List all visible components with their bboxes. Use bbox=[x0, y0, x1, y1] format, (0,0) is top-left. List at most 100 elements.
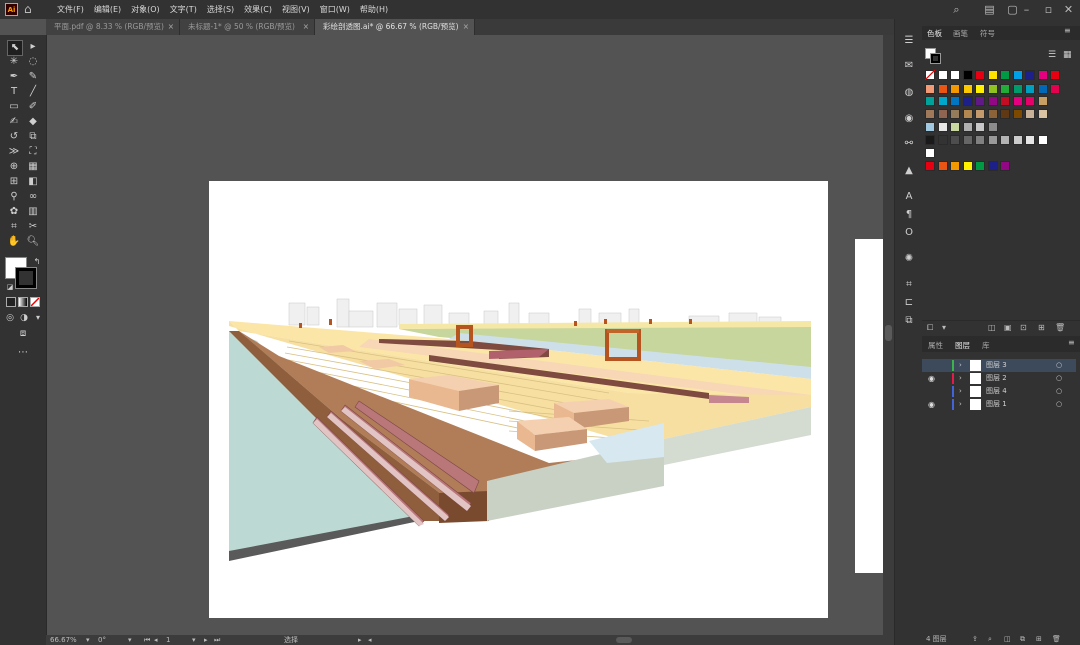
color-swatch[interactable] bbox=[950, 109, 960, 119]
status-back-icon[interactable]: ◂ bbox=[368, 635, 372, 645]
new-color-group-icon[interactable]: ⊡ bbox=[1020, 323, 1027, 332]
shaper-tool-icon[interactable]: ✍ bbox=[7, 115, 21, 129]
close-icon[interactable]: × bbox=[463, 19, 469, 35]
menu-object[interactable]: 对象(O) bbox=[126, 0, 165, 19]
color-group-icon[interactable]: ▣ bbox=[1004, 323, 1012, 332]
draw-mode-icon[interactable]: ◎ bbox=[3, 311, 17, 325]
color-swatch[interactable] bbox=[1000, 84, 1010, 94]
tab-properties[interactable]: 属性 bbox=[928, 340, 943, 351]
eyedropper-tool-icon[interactable]: ⚲ bbox=[7, 190, 21, 204]
color-swatch[interactable] bbox=[987, 96, 998, 106]
visibility-eye-icon[interactable]: ◉ bbox=[928, 372, 935, 385]
free-transform-tool-icon[interactable]: ⛶ bbox=[26, 145, 40, 159]
comment-icon[interactable]: ✉ bbox=[902, 59, 916, 73]
color-swatch[interactable] bbox=[975, 84, 985, 94]
color-swatch[interactable] bbox=[1000, 109, 1010, 119]
column-graph-tool-icon[interactable]: ▥ bbox=[26, 205, 40, 219]
chevron-right-icon[interactable]: › bbox=[959, 398, 962, 411]
symbol-sprayer-tool-icon[interactable]: ✿ bbox=[7, 205, 21, 219]
color-swatch[interactable] bbox=[962, 84, 973, 94]
curvature-tool-icon[interactable]: ✎ bbox=[26, 70, 40, 84]
color-swatch[interactable] bbox=[937, 161, 948, 171]
color-swatch[interactable] bbox=[975, 161, 985, 171]
prev-artboard-icon[interactable]: ◂ bbox=[154, 635, 158, 645]
menu-select[interactable]: 选择(S) bbox=[202, 0, 239, 19]
chevron-right-icon[interactable]: › bbox=[959, 359, 962, 372]
layer-row[interactable]: ◉ › 图层 2 ○ bbox=[922, 372, 1076, 385]
swatch-library-icon[interactable]: ⧠ bbox=[927, 323, 933, 333]
none-mode-icon[interactable] bbox=[30, 297, 40, 307]
next-artboard-icon[interactable]: ▸ bbox=[204, 635, 208, 645]
color-swatch[interactable] bbox=[950, 135, 960, 145]
document-info-icon[interactable]: ▲ bbox=[902, 164, 916, 178]
color-swatch[interactable] bbox=[975, 122, 985, 132]
color-swatch[interactable] bbox=[925, 109, 935, 119]
type-tool-icon[interactable]: T bbox=[7, 85, 21, 99]
color-swatch[interactable] bbox=[987, 109, 998, 119]
color-swatch[interactable] bbox=[1000, 161, 1010, 171]
color-swatch[interactable] bbox=[962, 109, 973, 119]
scrollbar-thumb[interactable] bbox=[885, 325, 892, 341]
color-swatch[interactable] bbox=[962, 135, 973, 145]
color-swatch[interactable] bbox=[987, 84, 998, 94]
gradient-mode-icon[interactable] bbox=[18, 297, 28, 307]
layer-row[interactable]: › 图层 4 ○ bbox=[922, 385, 1076, 398]
color-swatch[interactable] bbox=[987, 161, 998, 171]
color-swatch[interactable] bbox=[975, 109, 985, 119]
new-layer-icon[interactable]: ⊞ bbox=[1036, 633, 1042, 645]
chevron-down-icon[interactable]: ▾ bbox=[192, 635, 196, 645]
swatch-options-icon[interactable]: ◫ bbox=[988, 323, 996, 332]
color-swatch[interactable] bbox=[1000, 70, 1010, 80]
mesh-tool-icon[interactable]: ⊞ bbox=[7, 175, 21, 189]
horizontal-scrollbar-thumb[interactable] bbox=[616, 637, 632, 643]
target-circle-icon[interactable]: ○ bbox=[1056, 385, 1062, 398]
color-swatch[interactable] bbox=[975, 70, 985, 80]
color-swatch[interactable] bbox=[937, 109, 948, 119]
width-tool-icon[interactable]: ≫ bbox=[7, 145, 21, 159]
chevron-right-icon[interactable]: › bbox=[959, 385, 962, 398]
color-swatch[interactable] bbox=[1037, 84, 1048, 94]
color-swatch[interactable] bbox=[987, 70, 998, 80]
color-swatch[interactable] bbox=[1012, 96, 1023, 106]
more-tools-icon[interactable]: ⋯ bbox=[16, 346, 30, 360]
delete-layer-icon[interactable]: 🗑︎ bbox=[1052, 633, 1061, 645]
tab-symbols[interactable]: 符号 bbox=[980, 28, 995, 39]
color-swatch[interactable] bbox=[962, 161, 973, 171]
paintbrush-tool-icon[interactable]: ✐ bbox=[26, 100, 40, 114]
color-swatch[interactable] bbox=[1037, 70, 1048, 80]
appearance-icon[interactable]: ◍ bbox=[902, 86, 916, 100]
color-swatch[interactable] bbox=[1000, 135, 1010, 145]
color-guide-icon[interactable]: ✺ bbox=[902, 252, 916, 266]
opentype-icon[interactable]: O bbox=[902, 226, 916, 240]
menu-edit[interactable]: 编辑(E) bbox=[89, 0, 126, 19]
color-swatch[interactable] bbox=[1037, 109, 1048, 119]
color-swatch[interactable] bbox=[1050, 84, 1060, 94]
color-swatch[interactable] bbox=[1025, 96, 1035, 106]
tab-libraries[interactable]: 库 bbox=[982, 340, 990, 351]
tab-layers[interactable]: 图层 bbox=[955, 340, 970, 351]
character-icon[interactable]: A bbox=[902, 190, 916, 204]
tab-brushes[interactable]: 画笔 bbox=[953, 28, 968, 39]
hand-tool-icon[interactable]: ✋ bbox=[7, 235, 21, 249]
color-swatch[interactable] bbox=[962, 70, 973, 80]
grid-view-icon[interactable]: ▦ bbox=[1063, 50, 1072, 60]
target-circle-icon[interactable]: ○ bbox=[1056, 398, 1062, 411]
magic-wand-tool-icon[interactable]: ✳ bbox=[7, 55, 21, 69]
color-swatch[interactable] bbox=[950, 161, 960, 171]
delete-swatch-icon[interactable]: 🗑︎ bbox=[1055, 323, 1065, 332]
color-swatch[interactable] bbox=[987, 135, 998, 145]
change-screen-mode-icon[interactable]: ⧈ bbox=[16, 327, 30, 341]
target-circle-icon[interactable]: ○ bbox=[1056, 359, 1062, 372]
color-swatch[interactable] bbox=[937, 96, 948, 106]
tab-swatches[interactable]: 色板 bbox=[927, 28, 942, 39]
tab-document[interactable]: 平面.pdf @ 8.33 % (RGB/预览) × bbox=[46, 19, 180, 35]
color-swatch[interactable] bbox=[1037, 96, 1048, 106]
secondary-artboard[interactable] bbox=[855, 239, 883, 573]
home-icon[interactable]: ⌂ bbox=[24, 2, 38, 16]
menu-file[interactable]: 文件(F) bbox=[52, 0, 89, 19]
layer-row[interactable]: ◉ › 图层 1 ○ bbox=[922, 398, 1076, 411]
color-icon[interactable]: ◉ bbox=[902, 112, 916, 126]
status-menu-icon[interactable]: ▸ bbox=[358, 635, 362, 645]
workspace-icon[interactable]: ▤ bbox=[983, 3, 996, 16]
eraser-tool-icon[interactable]: ◆ bbox=[26, 115, 40, 129]
